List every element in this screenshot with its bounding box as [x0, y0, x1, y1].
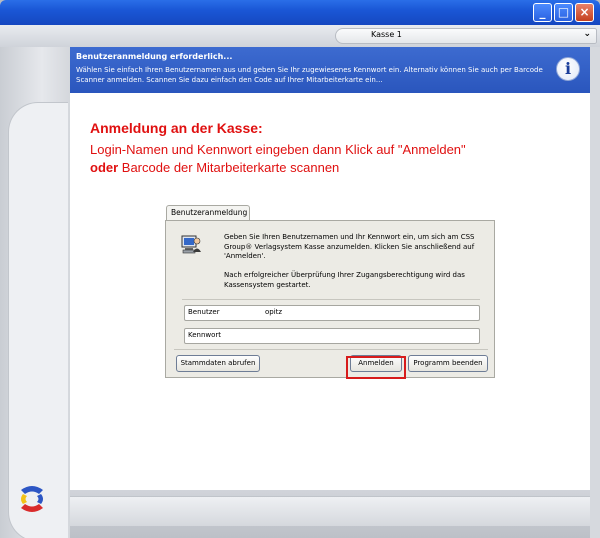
user-computer-icon	[181, 235, 201, 254]
info-icon: i	[556, 57, 580, 81]
bottom-strip	[70, 490, 590, 538]
tab-kasse[interactable]: Kasse 1 ⌄	[335, 28, 597, 44]
left-rail-curve	[8, 102, 68, 538]
instruction-barcode-text: Barcode der Mitarbeiterkarte scannen	[118, 160, 340, 175]
instruction-line: Login-Namen und Kennwort eingeben dann K…	[90, 142, 466, 157]
password-label: Kennwort	[188, 331, 222, 339]
close-button[interactable]: ×	[575, 3, 594, 22]
username-value[interactable]: opitz	[265, 308, 282, 316]
app-logo-icon	[21, 486, 43, 512]
window-controls: _ □ ×	[533, 3, 594, 22]
maximize-button[interactable]: □	[554, 3, 573, 22]
login-button-highlight	[346, 356, 406, 379]
tab-benutzeranmeldung[interactable]: Benutzeranmeldung	[166, 205, 250, 221]
tab-kasse-label: Kasse 1	[371, 30, 402, 39]
instruction-heading: Anmeldung an der Kasse:	[90, 120, 263, 136]
header-description: Wählen Sie einfach Ihren Benutzernamen a…	[76, 66, 543, 84]
stammdaten-button[interactable]: Stammdaten abrufen	[176, 355, 260, 372]
username-label: Benutzer	[188, 308, 220, 316]
header-title: Benutzeranmeldung erforderlich...	[76, 52, 233, 61]
divider	[174, 349, 488, 350]
minimize-button[interactable]: _	[533, 3, 552, 22]
right-rail	[590, 47, 600, 538]
header-banner: Benutzeranmeldung erforderlich... Wählen…	[70, 47, 590, 93]
chevron-down-icon[interactable]: ⌄	[583, 29, 591, 39]
exit-program-button[interactable]: Programm beenden	[408, 355, 488, 372]
bottom-curve	[70, 496, 590, 526]
left-rail	[0, 47, 70, 538]
content-area: Anmeldung an der Kasse: Login-Namen und …	[70, 93, 590, 490]
dialog-intro-text: Geben Sie Ihren Benutzernamen und Ihr Ke…	[224, 233, 475, 260]
dialog-info-text: Nach erfolgreicher Überprüfung Ihrer Zug…	[224, 271, 465, 289]
instruction-line-barcode: oder Barcode der Mitarbeiterkarte scanne…	[90, 160, 339, 175]
username-field[interactable]: Benutzer opitz	[184, 305, 480, 321]
application-window: _ □ × Kasse 1 ⌄ Benutzeranmeldung erford…	[0, 0, 600, 538]
instruction-or: oder	[90, 160, 119, 175]
login-dialog: Geben Sie Ihren Benutzernamen und Ihr Ke…	[165, 220, 495, 378]
title-bar: _ □ ×	[0, 0, 600, 25]
password-field[interactable]: Kennwort	[184, 328, 480, 344]
divider	[182, 299, 480, 300]
